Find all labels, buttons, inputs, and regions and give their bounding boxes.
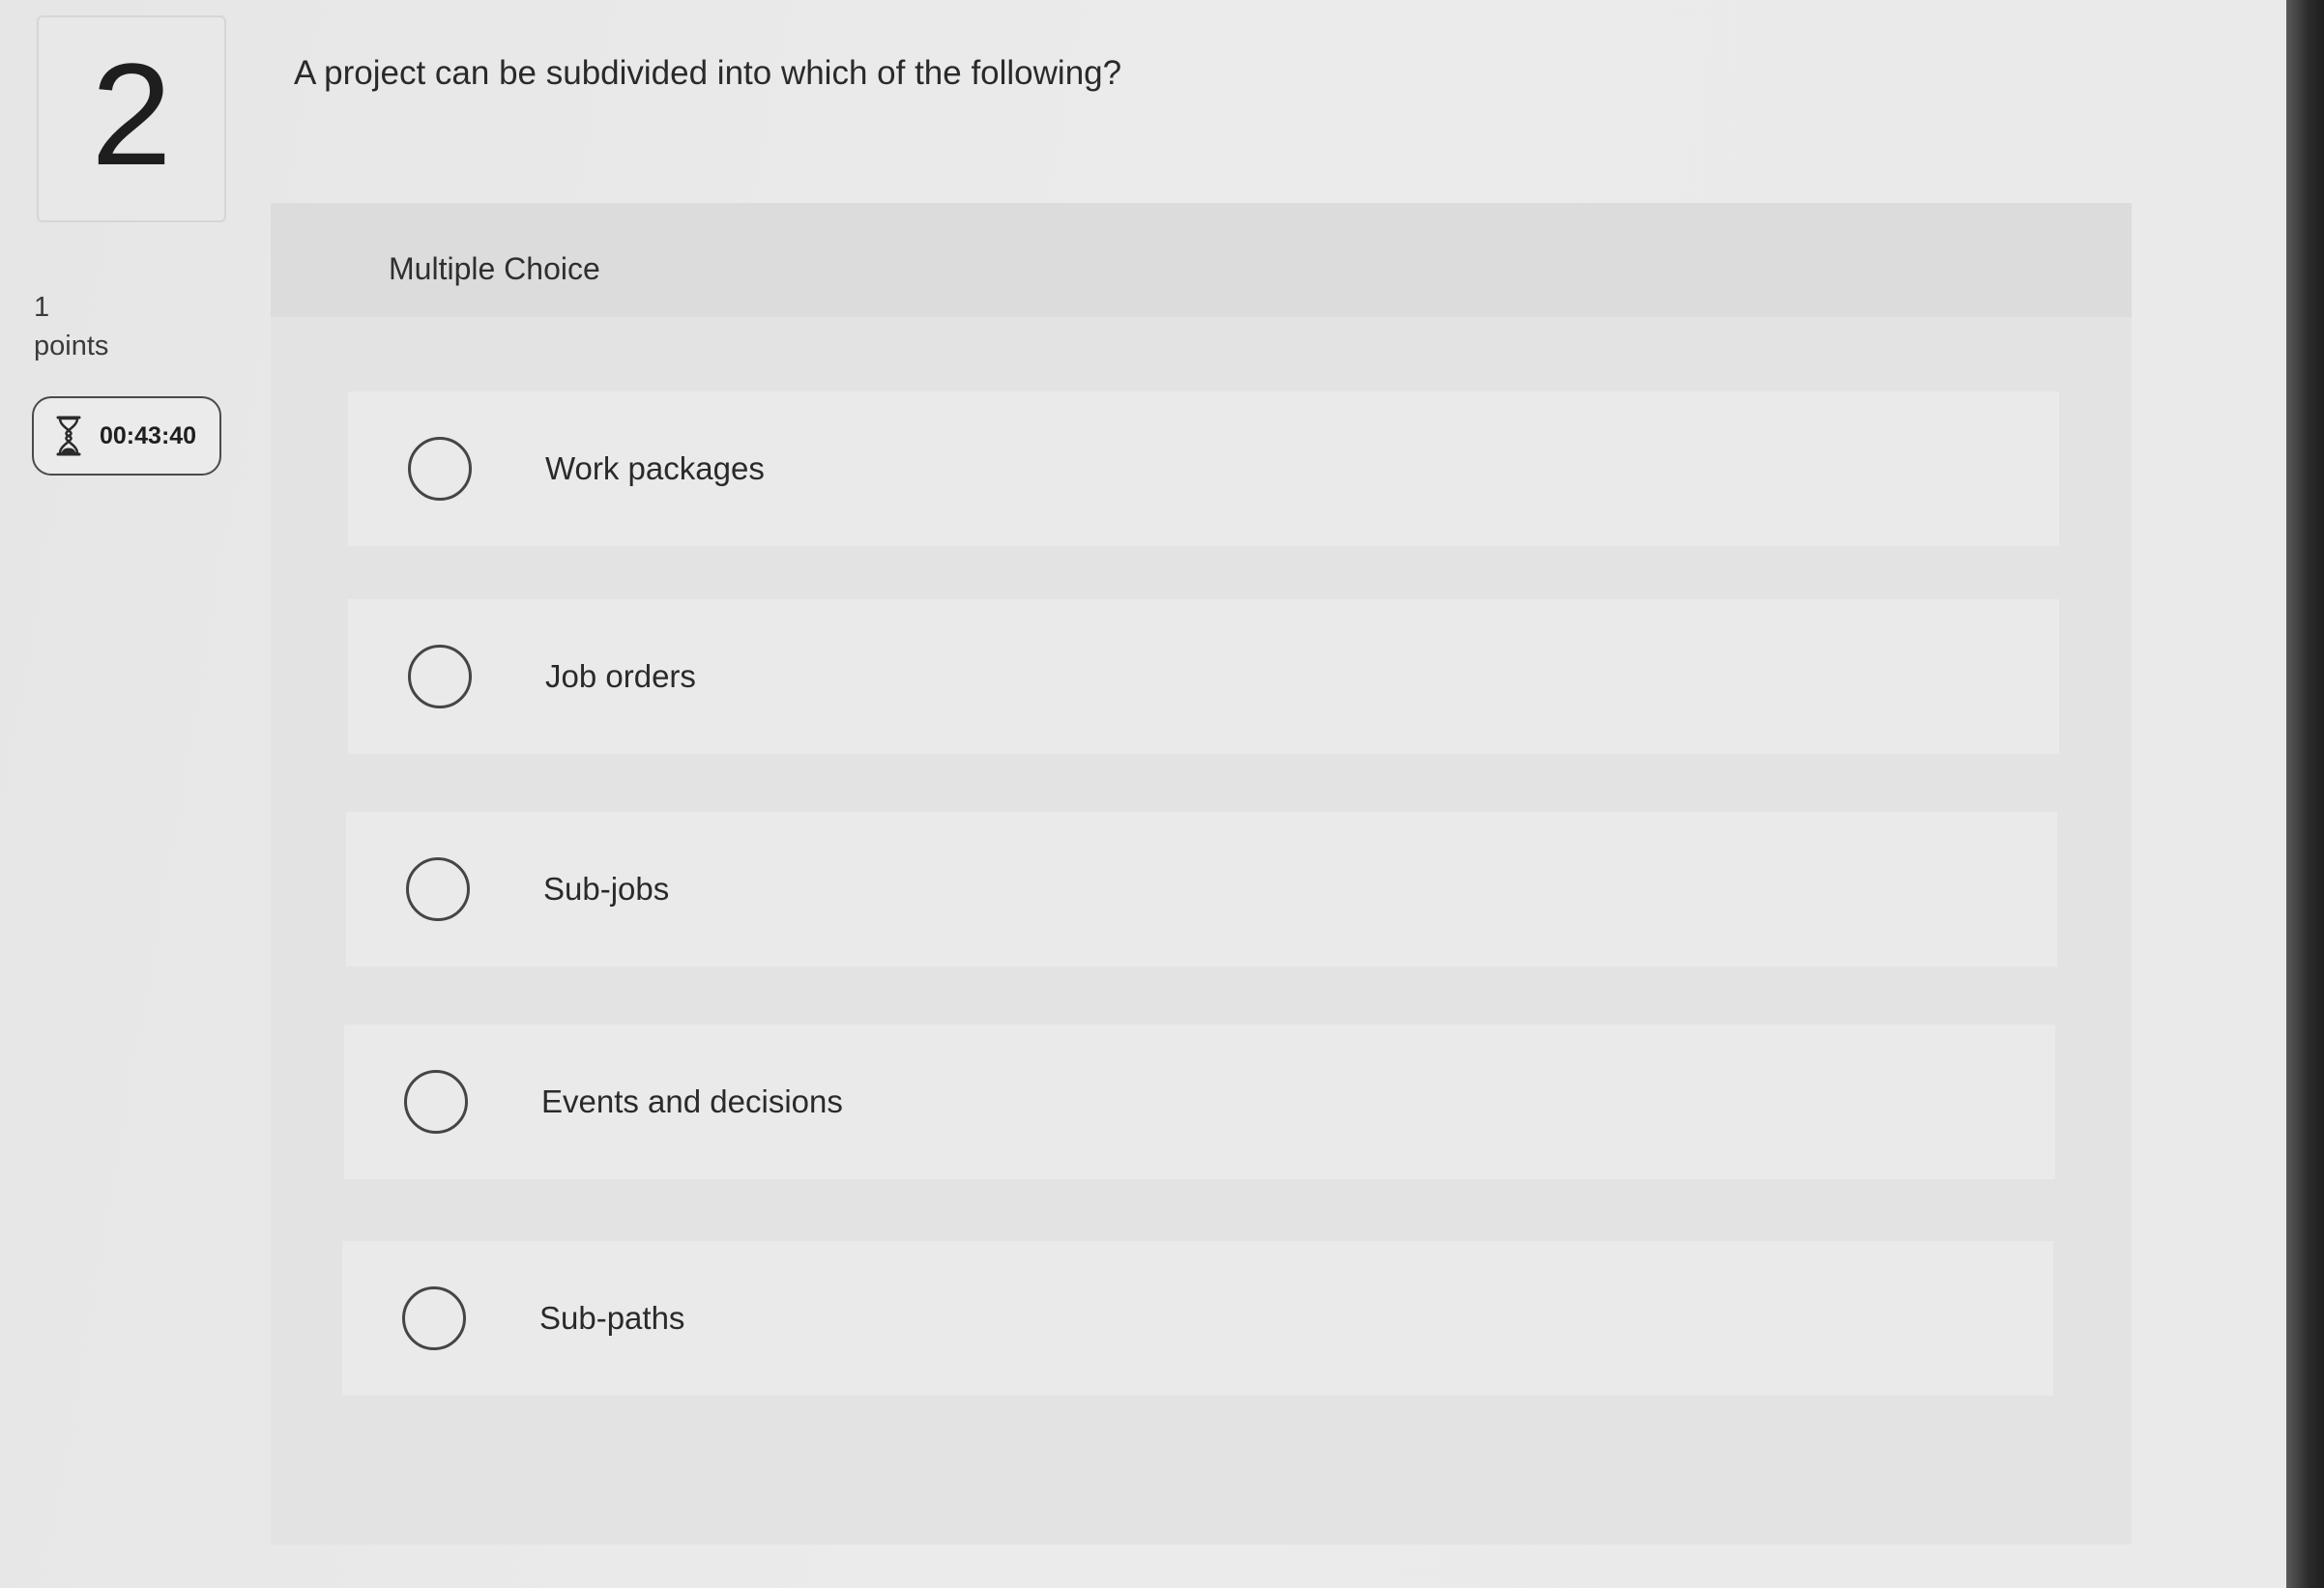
answer-option-label: Events and decisions	[541, 1083, 843, 1119]
answer-option-label: Job orders	[545, 658, 696, 694]
question-text: A project can be subdivided into which o…	[294, 54, 1122, 92]
answer-option[interactable]: Work packages	[348, 391, 2059, 546]
answer-option[interactable]: Job orders	[348, 599, 2059, 754]
radio-button[interactable]	[408, 437, 472, 501]
answer-option[interactable]: Sub-paths	[342, 1241, 2053, 1396]
question-type-label: Multiple Choice	[389, 251, 600, 286]
answer-option[interactable]: Sub-jobs	[346, 812, 2057, 967]
timer-value: 00:43:40	[100, 421, 197, 449]
question-number: 2	[91, 33, 172, 195]
answer-panel-header: Multiple Choice	[271, 203, 2132, 317]
radio-button[interactable]	[406, 857, 470, 921]
answer-option[interactable]: Events and decisions	[344, 1025, 2055, 1179]
radio-button[interactable]	[408, 645, 472, 708]
answer-option-label: Sub-paths	[539, 1300, 685, 1336]
points-label: points	[34, 331, 109, 361]
timer: 00:43:40	[32, 396, 221, 476]
question-number-box: 2	[37, 15, 226, 222]
radio-button[interactable]	[402, 1286, 466, 1350]
answer-panel: Multiple Choice Work packages Job orders…	[271, 203, 2132, 1545]
answer-option-label: Work packages	[545, 450, 765, 486]
radio-button[interactable]	[404, 1070, 468, 1134]
answer-option-label: Sub-jobs	[543, 871, 670, 907]
points-value: 1	[34, 292, 50, 323]
hourglass-icon	[56, 416, 81, 456]
screen-edge	[2286, 0, 2324, 1588]
